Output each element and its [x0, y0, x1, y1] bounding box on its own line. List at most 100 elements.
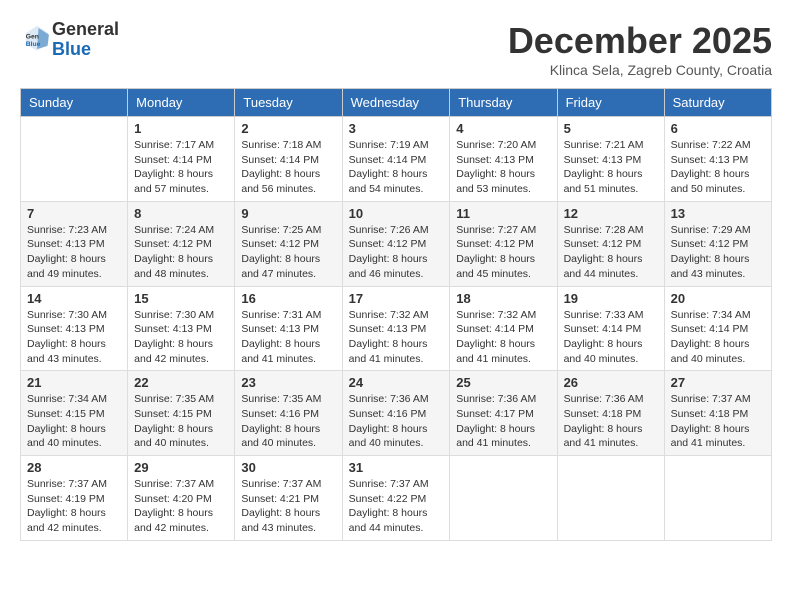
- calendar-cell: 1Sunrise: 7:17 AMSunset: 4:14 PMDaylight…: [128, 117, 235, 202]
- day-number: 13: [671, 206, 765, 221]
- calendar-week-2: 7Sunrise: 7:23 AMSunset: 4:13 PMDaylight…: [21, 201, 772, 286]
- calendar-cell: [450, 456, 557, 541]
- day-number: 9: [241, 206, 335, 221]
- day-info: Sunrise: 7:26 AMSunset: 4:12 PMDaylight:…: [349, 223, 444, 282]
- calendar-header-wednesday: Wednesday: [342, 89, 450, 117]
- day-number: 31: [349, 460, 444, 475]
- svg-text:Blue: Blue: [26, 41, 41, 48]
- calendar-cell: [21, 117, 128, 202]
- day-number: 30: [241, 460, 335, 475]
- calendar-week-5: 28 Sunrise: 7:37 AMSunset: 4:19 PMDayligh…: [21, 456, 772, 541]
- logo-icon: Gen Blue: [22, 22, 52, 52]
- svg-text:Gen: Gen: [26, 34, 39, 41]
- calendar-cell: 6 Sunrise: 7:22 AMSunset: 4:13 PMDaylight…: [664, 117, 771, 202]
- day-info: Sunrise: 7:21 AMSunset: 4:13 PMDaylight:…: [564, 138, 658, 197]
- day-number: 8: [134, 206, 228, 221]
- day-info: Sunrise: 7:34 AMSunset: 4:15 PMDaylight:…: [27, 392, 121, 451]
- day-info: Sunrise: 7:37 AMSunset: 4:20 PMDaylight:…: [134, 477, 228, 536]
- day-number: 21: [27, 375, 121, 390]
- day-info: Sunrise: 7:31 AMSunset: 4:13 PMDaylight:…: [241, 308, 335, 367]
- day-info: Sunrise: 7:30 AMSunset: 4:13 PMDaylight:…: [27, 308, 121, 367]
- calendar-cell: 12 Sunrise: 7:28 AMSunset: 4:12 PMDayligh…: [557, 201, 664, 286]
- day-number: 7: [27, 206, 121, 221]
- calendar-cell: [664, 456, 771, 541]
- calendar-cell: 13Sunrise: 7:29 AMSunset: 4:12 PMDayligh…: [664, 201, 771, 286]
- calendar-cell: 27Sunrise: 7:37 AMSunset: 4:18 PMDayligh…: [664, 371, 771, 456]
- calendar-header-sunday: Sunday: [21, 89, 128, 117]
- day-number: 2: [241, 121, 335, 136]
- calendar-table: SundayMondayTuesdayWednesdayThursdayFrid…: [20, 88, 772, 541]
- day-info: Sunrise: 7:24 AMSunset: 4:12 PMDaylight:…: [134, 223, 228, 282]
- day-info: Sunrise: 7:35 AMSunset: 4:15 PMDaylight:…: [134, 392, 228, 451]
- day-info: Sunrise: 7:36 AMSunset: 4:16 PMDaylight:…: [349, 392, 444, 451]
- day-number: 26: [564, 375, 658, 390]
- calendar-cell: 14Sunrise: 7:30 AMSunset: 4:13 PMDayligh…: [21, 286, 128, 371]
- calendar-cell: 28 Sunrise: 7:37 AMSunset: 4:19 PMDayligh…: [21, 456, 128, 541]
- day-number: 5: [564, 121, 658, 136]
- day-info: Sunrise: 7:30 AMSunset: 4:13 PMDaylight:…: [134, 308, 228, 367]
- location-title: Klinca Sela, Zagreb County, Croatia: [508, 62, 772, 78]
- day-info: Sunrise: 7:32 AMSunset: 4:13 PMDaylight:…: [349, 308, 444, 367]
- day-number: 28: [27, 460, 121, 475]
- calendar-cell: 7Sunrise: 7:23 AMSunset: 4:13 PMDaylight…: [21, 201, 128, 286]
- day-number: 17: [349, 291, 444, 306]
- day-info: Sunrise: 7:37 AMSunset: 4:22 PMDaylight:…: [349, 477, 444, 536]
- calendar-cell: 31 Sunrise: 7:37 AMSunset: 4:22 PMDayligh…: [342, 456, 450, 541]
- calendar-header-friday: Friday: [557, 89, 664, 117]
- day-number: 20: [671, 291, 765, 306]
- calendar-cell: 25Sunrise: 7:36 AMSunset: 4:17 PMDayligh…: [450, 371, 557, 456]
- day-number: 16: [241, 291, 335, 306]
- day-number: 18: [456, 291, 550, 306]
- month-title: December 2025: [508, 20, 772, 62]
- day-number: 19: [564, 291, 658, 306]
- day-number: 6: [671, 121, 765, 136]
- day-number: 22: [134, 375, 228, 390]
- calendar-cell: 30 Sunrise: 7:37 AMSunset: 4:21 PMDayligh…: [235, 456, 342, 541]
- day-info: Sunrise: 7:25 AMSunset: 4:12 PMDaylight:…: [241, 223, 335, 282]
- calendar-cell: 3Sunrise: 7:19 AMSunset: 4:14 PMDaylight…: [342, 117, 450, 202]
- calendar-cell: 21 Sunrise: 7:34 AMSunset: 4:15 PMDayligh…: [21, 371, 128, 456]
- day-info: Sunrise: 7:37 AMSunset: 4:21 PMDaylight:…: [241, 477, 335, 536]
- calendar-cell: 15 Sunrise: 7:30 AMSunset: 4:13 PMDayligh…: [128, 286, 235, 371]
- logo-text: General Blue: [52, 20, 119, 60]
- day-number: 25: [456, 375, 550, 390]
- calendar-cell: 17 Sunrise: 7:32 AMSunset: 4:13 PMDayligh…: [342, 286, 450, 371]
- calendar-cell: 18Sunrise: 7:32 AMSunset: 4:14 PMDayligh…: [450, 286, 557, 371]
- day-info: Sunrise: 7:20 AMSunset: 4:13 PMDaylight:…: [456, 138, 550, 197]
- day-info: Sunrise: 7:35 AMSunset: 4:16 PMDaylight:…: [241, 392, 335, 451]
- day-number: 10: [349, 206, 444, 221]
- calendar-week-1: 1Sunrise: 7:17 AMSunset: 4:14 PMDaylight…: [21, 117, 772, 202]
- day-number: 3: [349, 121, 444, 136]
- calendar-cell: 9 Sunrise: 7:25 AMSunset: 4:12 PMDaylight…: [235, 201, 342, 286]
- calendar-header-row: SundayMondayTuesdayWednesdayThursdayFrid…: [21, 89, 772, 117]
- calendar-cell: 8 Sunrise: 7:24 AMSunset: 4:12 PMDaylight…: [128, 201, 235, 286]
- calendar-header-thursday: Thursday: [450, 89, 557, 117]
- day-number: 15: [134, 291, 228, 306]
- calendar-cell: 29 Sunrise: 7:37 AMSunset: 4:20 PMDayligh…: [128, 456, 235, 541]
- day-number: 4: [456, 121, 550, 136]
- day-number: 23: [241, 375, 335, 390]
- calendar-cell: 19 Sunrise: 7:33 AMSunset: 4:14 PMDayligh…: [557, 286, 664, 371]
- logo: Gen Blue General Blue: [20, 20, 119, 60]
- calendar-header-saturday: Saturday: [664, 89, 771, 117]
- day-number: 27: [671, 375, 765, 390]
- calendar-cell: 26Sunrise: 7:36 AMSunset: 4:18 PMDayligh…: [557, 371, 664, 456]
- calendar-cell: 23 Sunrise: 7:35 AMSunset: 4:16 PMDayligh…: [235, 371, 342, 456]
- day-info: Sunrise: 7:17 AMSunset: 4:14 PMDaylight:…: [134, 138, 228, 197]
- day-info: Sunrise: 7:34 AMSunset: 4:14 PMDaylight:…: [671, 308, 765, 367]
- day-info: Sunrise: 7:28 AMSunset: 4:12 PMDaylight:…: [564, 223, 658, 282]
- day-number: 12: [564, 206, 658, 221]
- calendar-cell: 4 Sunrise: 7:20 AMSunset: 4:13 PMDaylight…: [450, 117, 557, 202]
- calendar-week-4: 21 Sunrise: 7:34 AMSunset: 4:15 PMDayligh…: [21, 371, 772, 456]
- day-number: 29: [134, 460, 228, 475]
- calendar-cell: 22 Sunrise: 7:35 AMSunset: 4:15 PMDayligh…: [128, 371, 235, 456]
- calendar-cell: [557, 456, 664, 541]
- calendar-cell: 5 Sunrise: 7:21 AMSunset: 4:13 PMDaylight…: [557, 117, 664, 202]
- day-info: Sunrise: 7:22 AMSunset: 4:13 PMDaylight:…: [671, 138, 765, 197]
- day-info: Sunrise: 7:37 AMSunset: 4:19 PMDaylight:…: [27, 477, 121, 536]
- day-info: Sunrise: 7:33 AMSunset: 4:14 PMDaylight:…: [564, 308, 658, 367]
- calendar-cell: 24Sunrise: 7:36 AMSunset: 4:16 PMDayligh…: [342, 371, 450, 456]
- day-info: Sunrise: 7:27 AMSunset: 4:12 PMDaylight:…: [456, 223, 550, 282]
- logo-general: General: [52, 19, 119, 39]
- title-area: December 2025 Klinca Sela, Zagreb County…: [508, 20, 772, 78]
